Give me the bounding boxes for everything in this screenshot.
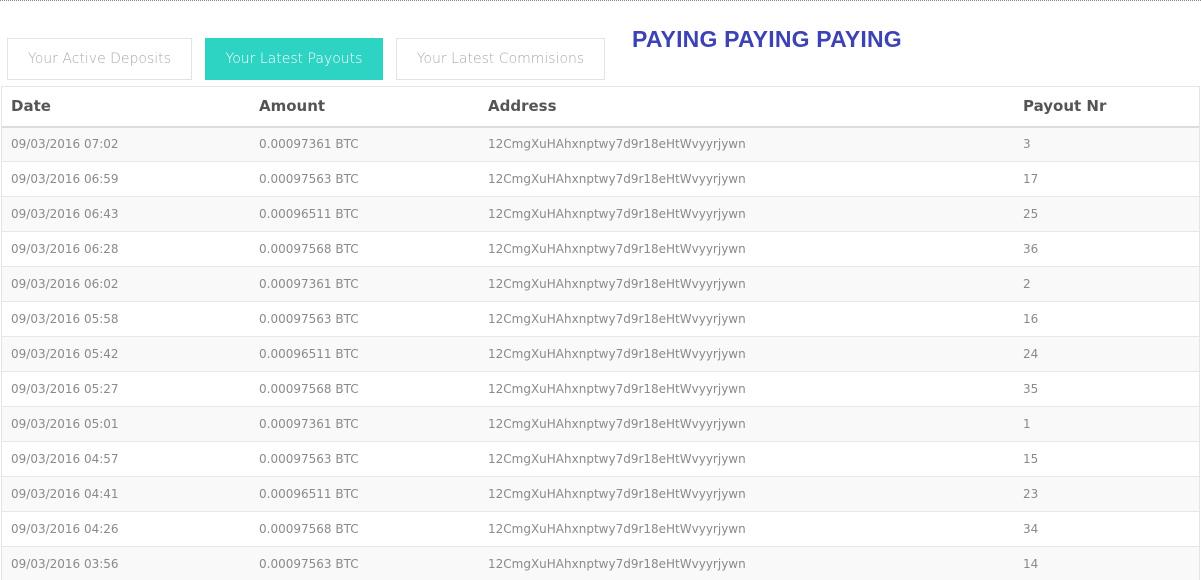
cell-address: 12CmgXuHAhxnptwy7d9r18eHtWvyyrjywn [488, 242, 746, 256]
cell-date: 09/03/2016 04:26 [11, 522, 119, 536]
cell-date: 09/03/2016 06:02 [11, 277, 119, 291]
cell-address: 12CmgXuHAhxnptwy7d9r18eHtWvyyrjywn [488, 522, 746, 536]
cell-amount: 0.00097361 BTC [259, 417, 359, 431]
table-row: 09/03/2016 05:58 0.00097563 BTC 12CmgXuHAh… [2, 301, 1199, 337]
cell-address: 12CmgXuHAhxnptwy7d9r18eHtWvyyrjywn [488, 172, 746, 186]
cell-address: 12CmgXuHAhxnptwy7d9r18eHtWvyyrjywn [488, 347, 746, 361]
table-row: 09/03/2016 06:59 0.00097563 BTC 12CmgXuHAh… [2, 161, 1199, 197]
cell-payout-nr: 14 [1023, 557, 1039, 571]
cell-amount: 0.00097568 BTC [259, 242, 359, 256]
payouts-table-container: Date Amount Address Payout Nr 09/03/2016… [1, 86, 1200, 580]
table-row: 09/03/2016 05:42 0.00096511 BTC 12CmgXuHAh… [2, 336, 1199, 372]
cell-payout-nr: 36 [1023, 242, 1039, 256]
cell-address: 12CmgXuHAhxnptwy7d9r18eHtWvyyrjywn [488, 557, 746, 571]
tab-latest-commisions[interactable]: Your Latest Commisions [396, 38, 605, 80]
header-payout-nr: Payout Nr [1023, 97, 1107, 116]
tab-latest-payouts[interactable]: Your Latest Payouts [205, 38, 383, 80]
cell-payout-nr: 15 [1023, 452, 1039, 466]
table-row: 09/03/2016 03:56 0.00097563 BTC 12CmgXuHAh… [2, 546, 1199, 580]
cell-address: 12CmgXuHAhxnptwy7d9r18eHtWvyyrjywn [488, 207, 746, 221]
cell-date: 09/03/2016 06:28 [11, 242, 119, 256]
cell-address: 12CmgXuHAhxnptwy7d9r18eHtWvyyrjywn [488, 137, 746, 152]
table-row: 09/03/2016 05:27 0.00097568 BTC 12CmgXuHAh… [2, 371, 1199, 407]
cell-payout-nr: 25 [1023, 207, 1039, 221]
cell-amount: 0.00097563 BTC [259, 557, 359, 571]
table-row: 09/03/2016 04:41 0.00096511 BTC 12CmgXuHAh… [2, 476, 1199, 512]
cell-address: 12CmgXuHAhxnptwy7d9r18eHtWvyyrjywn [488, 452, 746, 466]
cell-amount: 0.00097563 BTC [259, 312, 359, 326]
header-amount: Amount [259, 97, 326, 116]
cell-payout-nr: 16 [1023, 312, 1039, 326]
table-row: 09/03/2016 04:57 0.00097563 BTC 12CmgXuHAh… [2, 441, 1199, 477]
table-row: 09/03/2016 06:28 0.00097568 BTC 12CmgXuHAh… [2, 231, 1199, 267]
cell-date: 09/03/2016 06:59 [11, 172, 119, 186]
payouts-page: Your Active Deposits Your Latest Payouts… [0, 0, 1201, 580]
cell-amount: 0.00096511 BTC [259, 347, 359, 361]
table-row: 09/03/2016 06:43 0.00096511 BTC 12CmgXuHAh… [2, 196, 1199, 232]
cell-payout-nr: 24 [1023, 347, 1039, 361]
table-row: 09/03/2016 07:02 0.00097361 BTC 12CmgXuHAh… [2, 126, 1199, 162]
payouts-table: Date Amount Address Payout Nr 09/03/2016… [2, 86, 1199, 580]
cell-payout-nr: 23 [1023, 487, 1039, 501]
cell-date: 09/03/2016 05:42 [11, 347, 119, 361]
top-divider [0, 0, 1201, 2]
cell-address: 12CmgXuHAhxnptwy7d9r18eHtWvyyrjywn [488, 417, 746, 431]
cell-address: 12CmgXuHAhxnptwy7d9r18eHtWvyyrjywn [488, 382, 746, 396]
cell-amount: 0.00096511 BTC [259, 207, 359, 221]
header-date: Date [11, 97, 51, 116]
cell-date: 09/03/2016 05:58 [11, 312, 119, 326]
cell-amount: 0.00097361 BTC [259, 137, 359, 152]
cell-address: 12CmgXuHAhxnptwy7d9r18eHtWvyyrjywn [488, 487, 746, 501]
table-row: 09/03/2016 05:01 0.00097361 BTC 12CmgXuHAh… [2, 406, 1199, 442]
cell-date: 09/03/2016 03:56 [11, 557, 119, 571]
cell-amount: 0.00096511 BTC [259, 487, 359, 501]
cell-payout-nr: 1 [1023, 417, 1031, 431]
cell-payout-nr: 3 [1023, 137, 1031, 152]
cell-amount: 0.00097361 BTC [259, 277, 359, 291]
cell-amount: 0.00097563 BTC [259, 452, 359, 466]
table-row: 09/03/2016 04:26 0.00097568 BTC 12CmgXuHAh… [2, 511, 1199, 547]
cell-payout-nr: 17 [1023, 172, 1039, 186]
cell-payout-nr: 35 [1023, 382, 1039, 396]
paying-banner: PAYING PAYING PAYING [632, 26, 902, 52]
cell-date: 09/03/2016 05:27 [11, 382, 119, 396]
table-body: 09/03/2016 07:02 0.00097361 BTC 12CmgXuHAh… [2, 126, 1199, 580]
cell-payout-nr: 34 [1023, 522, 1039, 536]
cell-amount: 0.00097563 BTC [259, 172, 359, 186]
cell-address: 12CmgXuHAhxnptwy7d9r18eHtWvyyrjywn [488, 277, 746, 291]
cell-payout-nr: 2 [1023, 277, 1031, 291]
tab-active-deposits[interactable]: Your Active Deposits [7, 38, 192, 80]
cell-date: 09/03/2016 04:41 [11, 487, 119, 501]
cell-address: 12CmgXuHAhxnptwy7d9r18eHtWvyyrjywn [488, 312, 746, 326]
table-header-row: Date Amount Address Payout Nr [2, 86, 1199, 127]
header-address: Address [488, 97, 557, 116]
cell-amount: 0.00097568 BTC [259, 382, 359, 396]
cell-amount: 0.00097568 BTC [259, 522, 359, 536]
table-row: 09/03/2016 06:02 0.00097361 BTC 12CmgXuHAh… [2, 266, 1199, 302]
cell-date: 09/03/2016 06:43 [11, 207, 119, 221]
cell-date: 09/03/2016 07:02 [11, 137, 119, 152]
cell-date: 09/03/2016 05:01 [11, 417, 119, 431]
tab-bar: Your Active Deposits Your Latest Payouts… [7, 38, 605, 80]
cell-date: 09/03/2016 04:57 [11, 452, 119, 466]
